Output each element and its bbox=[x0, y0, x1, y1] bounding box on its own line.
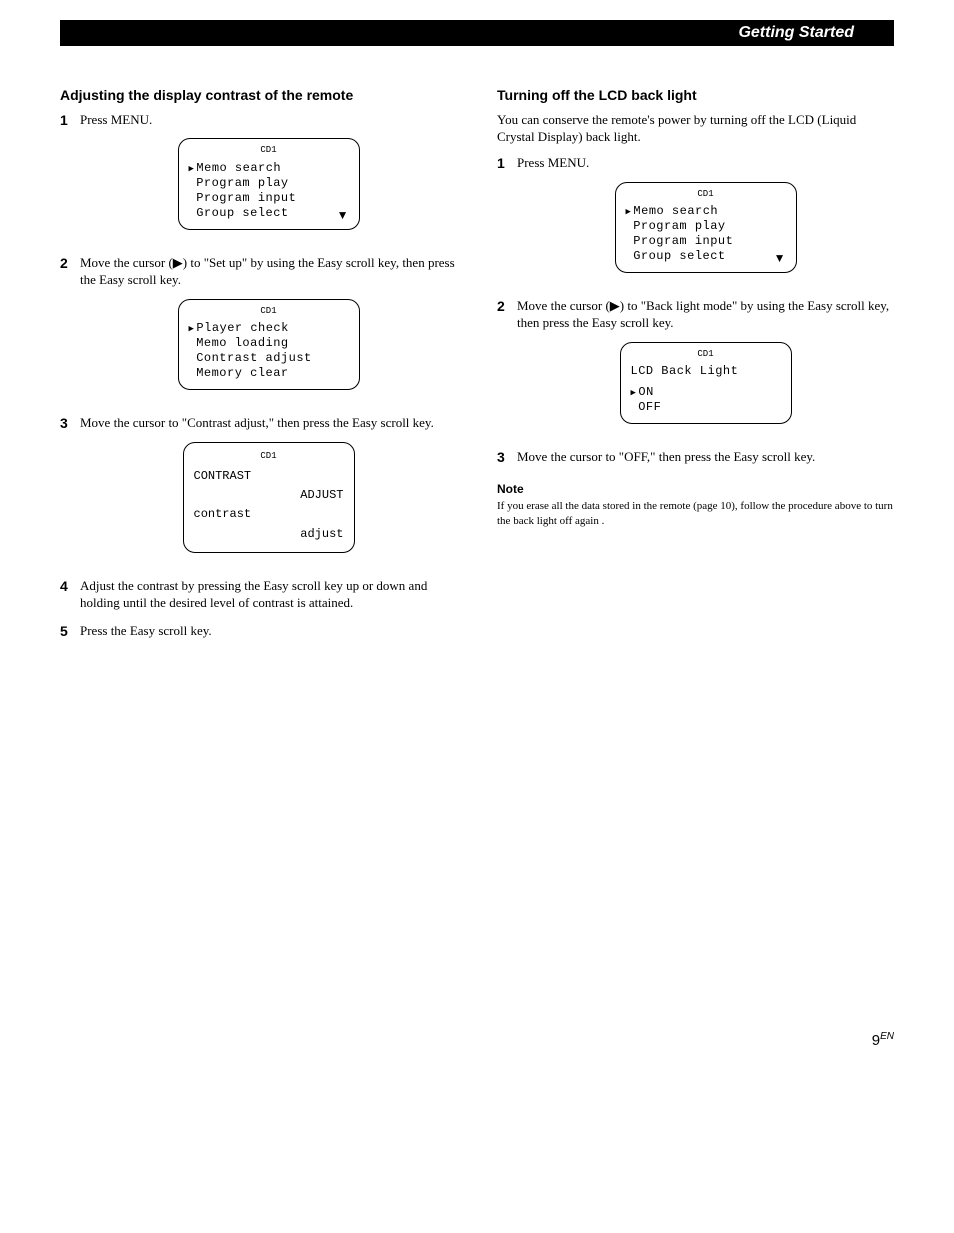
left-steps: 1 Press MENU. CD1 Memo search Program pl… bbox=[60, 111, 457, 641]
lcd-screen: CD1 Player check Memo loading Contrast a… bbox=[178, 299, 360, 390]
lcd-row: CONTRAST bbox=[194, 467, 344, 486]
note-body: If you erase all the data stored in the … bbox=[497, 499, 894, 529]
step-body: Press the Easy scroll key. bbox=[80, 622, 457, 641]
page-number-value: 9 bbox=[872, 1032, 880, 1049]
lcd-row: ADJUST bbox=[194, 486, 344, 505]
lcd-header: CD1 bbox=[631, 349, 781, 360]
step-item: 2 Move the cursor (▶) to "Back light mod… bbox=[497, 297, 894, 438]
content-columns: Adjusting the display contrast of the re… bbox=[60, 86, 894, 651]
step-text: Press MENU. bbox=[80, 112, 152, 127]
step-text: Move the cursor to "Contrast adjust," th… bbox=[80, 415, 434, 430]
step-text: Adjust the contrast by pressing the Easy… bbox=[80, 578, 427, 611]
lcd-line: Group select bbox=[626, 249, 786, 264]
arrow-down-icon: ▼ bbox=[774, 251, 786, 266]
step-number: 2 bbox=[497, 297, 517, 438]
arrow-down-icon: ▼ bbox=[337, 208, 349, 223]
step-number: 5 bbox=[60, 622, 80, 641]
right-intro: You can conserve the remote's power by t… bbox=[497, 111, 894, 146]
lcd-line: Memo search bbox=[626, 204, 786, 219]
step-number: 1 bbox=[497, 154, 517, 287]
lcd-line: Program play bbox=[626, 219, 786, 234]
step-body: Move the cursor (▶) to "Set up" by using… bbox=[80, 254, 457, 404]
step-text: Press the Easy scroll key. bbox=[80, 623, 212, 638]
lcd-header: CD1 bbox=[189, 306, 349, 317]
step-item: 5 Press the Easy scroll key. bbox=[60, 622, 457, 641]
lcd-line: Memory clear bbox=[189, 366, 349, 381]
lcd-screen: CD1 Memo search Program play Program inp… bbox=[615, 182, 797, 273]
lcd-line: Memo loading bbox=[189, 336, 349, 351]
lcd-row: contrast bbox=[194, 505, 344, 524]
lcd-line: ON bbox=[631, 385, 781, 400]
page: Getting Started Adjusting the display co… bbox=[0, 0, 954, 1089]
right-column: Turning off the LCD back light You can c… bbox=[497, 86, 894, 651]
lcd-text: CONTRAST bbox=[194, 467, 252, 486]
lcd-line: Group select bbox=[189, 206, 349, 221]
lcd-screen: CD1 Memo search Program play Program inp… bbox=[178, 138, 360, 229]
step-number: 4 bbox=[60, 577, 80, 612]
step-number: 2 bbox=[60, 254, 80, 404]
lcd-header: CD1 bbox=[194, 449, 344, 463]
step-item: 3 Move the cursor to "OFF," then press t… bbox=[497, 448, 894, 467]
lcd-text: ADJUST bbox=[300, 486, 343, 505]
note-label: Note bbox=[497, 481, 894, 497]
lcd-row: adjust bbox=[194, 525, 344, 544]
step-text: Move the cursor to "OFF," then press the… bbox=[517, 449, 815, 464]
step-body: Press MENU. CD1 Memo search Program play… bbox=[517, 154, 894, 287]
right-section-title: Turning off the LCD back light bbox=[497, 86, 894, 105]
lcd-line: OFF bbox=[631, 400, 781, 415]
step-body: Move the cursor to "OFF," then press the… bbox=[517, 448, 894, 467]
left-section-title: Adjusting the display contrast of the re… bbox=[60, 86, 457, 105]
step-number: 3 bbox=[60, 414, 80, 567]
step-item: 3 Move the cursor to "Contrast adjust," … bbox=[60, 414, 457, 567]
lcd-header: CD1 bbox=[626, 189, 786, 200]
step-body: Adjust the contrast by pressing the Easy… bbox=[80, 577, 457, 612]
step-item: 2 Move the cursor (▶) to "Set up" by usi… bbox=[60, 254, 457, 404]
step-body: Press MENU. CD1 Memo search Program play… bbox=[80, 111, 457, 244]
lcd-screen: CD1 LCD Back Light ON OFF bbox=[620, 342, 792, 424]
lcd-text: adjust bbox=[300, 525, 343, 544]
header-section-label: Getting Started bbox=[738, 24, 854, 42]
step-text: Press MENU. bbox=[517, 155, 589, 170]
step-body: Move the cursor (▶) to "Back light mode"… bbox=[517, 297, 894, 438]
right-steps: 1 Press MENU. CD1 Memo search Program pl… bbox=[497, 154, 894, 467]
lcd-line: Program input bbox=[626, 234, 786, 249]
step-item: 1 Press MENU. CD1 Memo search Program pl… bbox=[497, 154, 894, 287]
page-number-suffix: EN bbox=[880, 1031, 894, 1042]
lcd-line: Memo search bbox=[189, 161, 349, 176]
lcd-text: contrast bbox=[194, 505, 252, 524]
step-text: Move the cursor (▶) to "Back light mode"… bbox=[517, 298, 889, 331]
lcd-header: CD1 bbox=[189, 145, 349, 156]
lcd-line: Program input bbox=[189, 191, 349, 206]
header-bar: Getting Started bbox=[60, 20, 894, 46]
step-number: 1 bbox=[60, 111, 80, 244]
lcd-line: Contrast adjust bbox=[189, 351, 349, 366]
lcd-line: Player check bbox=[189, 321, 349, 336]
step-item: 1 Press MENU. CD1 Memo search Program pl… bbox=[60, 111, 457, 244]
step-text: Move the cursor (▶) to "Set up" by using… bbox=[80, 255, 455, 288]
lcd-line: Program play bbox=[189, 176, 349, 191]
step-body: Move the cursor to "Contrast adjust," th… bbox=[80, 414, 457, 567]
step-number: 3 bbox=[497, 448, 517, 467]
lcd-title-line: LCD Back Light bbox=[631, 364, 781, 379]
step-item: 4 Adjust the contrast by pressing the Ea… bbox=[60, 577, 457, 612]
lcd-screen: CD1 CONTRAST ADJUST contrast bbox=[183, 442, 355, 553]
left-column: Adjusting the display contrast of the re… bbox=[60, 86, 457, 651]
page-number: 9EN bbox=[60, 1031, 894, 1049]
